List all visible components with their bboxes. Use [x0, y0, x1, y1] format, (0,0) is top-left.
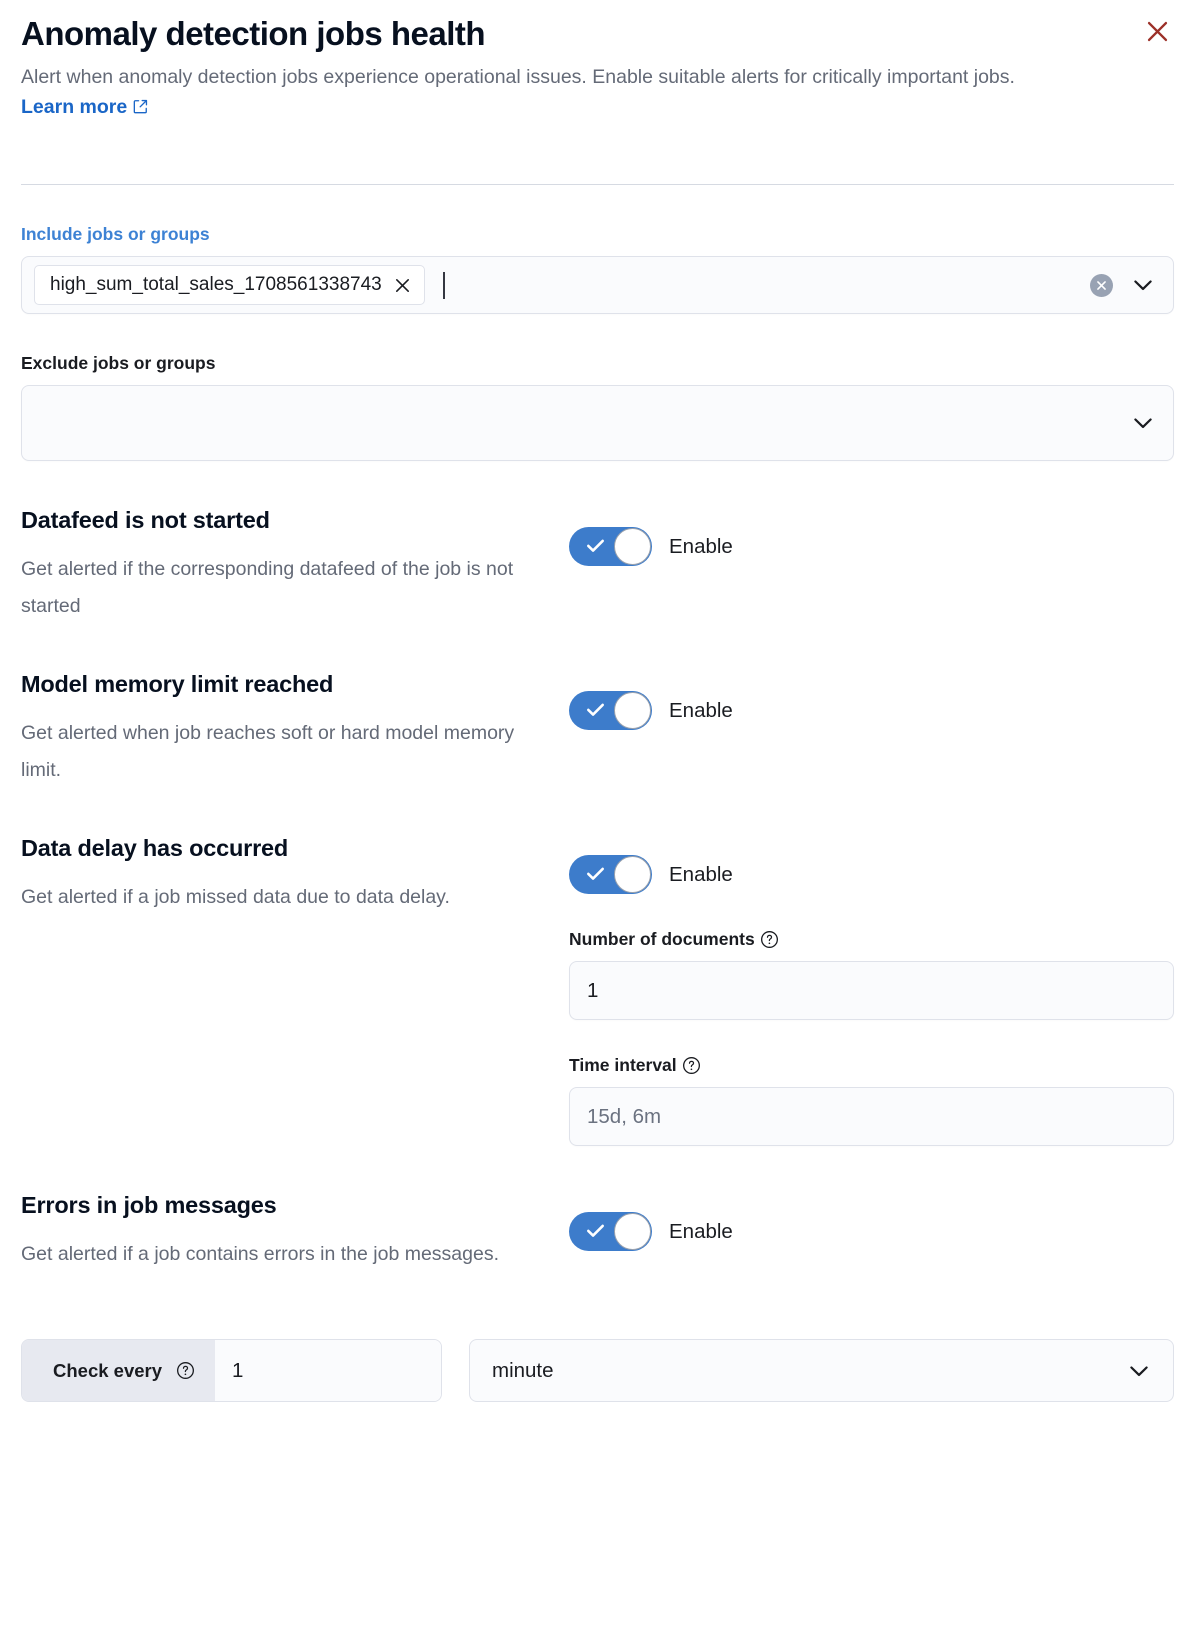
- flyout-panel: Anomaly detection jobs health Alert when…: [0, 0, 1195, 1648]
- toggle-knob: [614, 856, 651, 893]
- alert-description-block: Errors in job messages Get alerted if a …: [21, 1190, 569, 1273]
- alert-description: Get alerted if a job contains errors in …: [21, 1243, 499, 1265]
- exclude-jobs-combobox[interactable]: [21, 385, 1174, 461]
- alert-title: Model memory limit reached: [21, 671, 334, 697]
- exclude-jobs-field-block: Exclude jobs or groups: [21, 352, 1174, 461]
- time-interval-input[interactable]: [569, 1087, 1174, 1146]
- check-icon: [584, 1219, 607, 1245]
- check-icon: [584, 698, 607, 724]
- alert-description-block: Model memory limit reached Get alerted w…: [21, 669, 569, 789]
- alert-title: Errors in job messages: [21, 1192, 277, 1218]
- chevron-down-icon[interactable]: [1125, 1357, 1153, 1385]
- enable-toggle-line: Enable: [569, 527, 1174, 566]
- enable-toggle[interactable]: [569, 855, 652, 894]
- enable-toggle[interactable]: [569, 527, 652, 566]
- alert-description: Get alerted if a job missed data due to …: [21, 886, 450, 908]
- selected-job-label: high_sum_total_sales_1708561338743: [50, 274, 382, 295]
- enable-toggle-label: Enable: [669, 698, 733, 722]
- question-circle-icon[interactable]: [176, 1361, 195, 1380]
- alert-title: Data delay has occurred: [21, 835, 289, 861]
- selected-job-pill[interactable]: high_sum_total_sales_1708561338743: [34, 265, 425, 305]
- close-icon: [1144, 18, 1171, 48]
- toggle-knob: [614, 692, 651, 729]
- enable-toggle[interactable]: [569, 691, 652, 730]
- question-circle-icon[interactable]: [682, 1056, 701, 1075]
- check-every-group: Check every: [21, 1339, 442, 1402]
- check-every-unit-value: minute: [492, 1358, 554, 1382]
- combobox-actions: [1090, 271, 1157, 299]
- alert-title: Datafeed is not started: [21, 507, 270, 533]
- flyout-header: Anomaly detection jobs health Alert when…: [21, 0, 1174, 124]
- chevron-down-icon[interactable]: [1129, 271, 1157, 299]
- time-interval-label-text: Time interval: [569, 1055, 677, 1075]
- enable-toggle[interactable]: [569, 1212, 652, 1251]
- include-jobs-label: Include jobs or groups: [21, 224, 210, 244]
- page-subtitle-text: Alert when anomaly detection jobs experi…: [21, 66, 1015, 88]
- enable-toggle-label: Enable: [669, 534, 733, 558]
- check-icon: [584, 862, 607, 888]
- check-icon: [584, 534, 607, 560]
- question-circle-icon[interactable]: [760, 930, 779, 949]
- include-jobs-field-block: Include jobs or groups high_sum_total_sa…: [21, 223, 1174, 314]
- page-title: Anomaly detection jobs health: [21, 15, 486, 52]
- number-of-documents-label: Number of documents: [569, 929, 1174, 950]
- learn-more-label: Learn more: [21, 96, 128, 118]
- number-of-documents-label-text: Number of documents: [569, 929, 755, 949]
- check-every-row: Check every minute: [21, 1339, 1174, 1402]
- include-jobs-combobox[interactable]: high_sum_total_sales_1708561338743: [21, 256, 1174, 314]
- enable-toggle-line: Enable: [569, 1212, 1174, 1251]
- enable-toggle-line: Enable: [569, 691, 1174, 730]
- toggle-knob: [614, 1213, 651, 1250]
- clear-circle-icon[interactable]: [1090, 273, 1113, 297]
- check-every-unit-select[interactable]: minute: [469, 1339, 1174, 1402]
- chevron-down-icon[interactable]: [1129, 409, 1157, 437]
- cross-icon[interactable]: [393, 276, 412, 295]
- time-interval-label: Time interval: [569, 1055, 1174, 1076]
- enable-toggle-line: Enable: [569, 855, 1174, 894]
- number-of-documents-input[interactable]: [569, 961, 1174, 1020]
- page-subtitle: Alert when anomaly detection jobs experi…: [21, 62, 1061, 124]
- alert-description: Get alerted if the corresponding datafee…: [21, 558, 514, 617]
- enable-toggle-label: Enable: [669, 1219, 733, 1243]
- external-link-icon: [132, 94, 149, 124]
- alert-row-model-memory-limit: Model memory limit reached Get alerted w…: [21, 669, 1174, 789]
- check-every-interval-input[interactable]: [215, 1340, 441, 1401]
- header-divider: [21, 184, 1174, 185]
- time-interval-field: Time interval: [569, 1055, 1174, 1146]
- alert-description-block: Datafeed is not started Get alerted if t…: [21, 505, 569, 625]
- text-cursor: [442, 271, 445, 299]
- alert-description: Get alerted when job reaches soft or har…: [21, 722, 515, 781]
- number-of-documents-field: Number of documents: [569, 929, 1174, 1020]
- exclude-jobs-label: Exclude jobs or groups: [21, 353, 216, 373]
- learn-more-link[interactable]: Learn more: [21, 96, 149, 118]
- check-every-label: Check every: [22, 1340, 216, 1401]
- alert-controls: Enable: [569, 669, 1174, 730]
- alert-row-data-delay: Data delay has occurred Get alerted if a…: [21, 833, 1174, 1146]
- alert-controls: Enable: [569, 1190, 1174, 1251]
- toggle-knob: [614, 528, 651, 565]
- close-button[interactable]: [1140, 16, 1174, 50]
- alert-row-errors-in-job-messages: Errors in job messages Get alerted if a …: [21, 1190, 1174, 1273]
- alert-controls: Enable: [569, 505, 1174, 566]
- check-every-label-text: Check every: [53, 1359, 163, 1381]
- alert-row-datafeed-not-started: Datafeed is not started Get alerted if t…: [21, 505, 1174, 625]
- alert-description-block: Data delay has occurred Get alerted if a…: [21, 833, 569, 916]
- alert-controls: Enable Number of documents 1 Time interv…: [569, 833, 1174, 1146]
- exclude-combobox-actions: [1129, 409, 1157, 437]
- enable-toggle-label: Enable: [669, 862, 733, 886]
